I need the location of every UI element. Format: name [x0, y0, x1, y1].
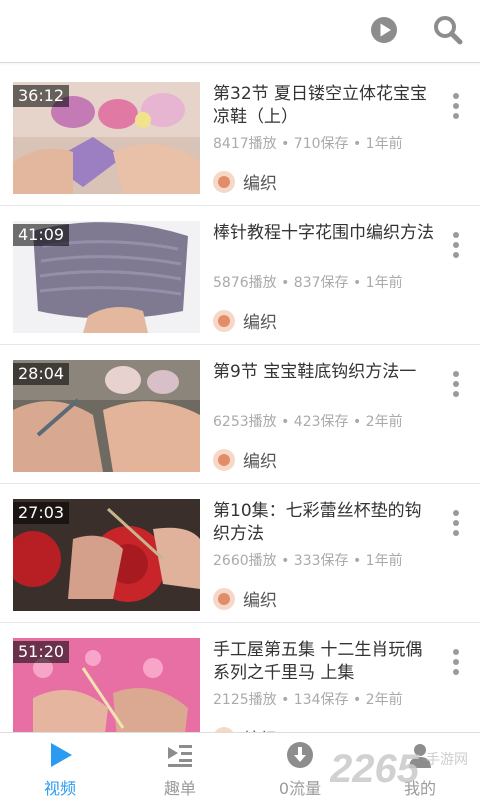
more-options-icon[interactable] [446, 371, 466, 411]
video-list-item[interactable]: 36:12 第32节 夏日镂空立体花宝宝凉鞋（上） 8417播放 • 710保存… [0, 67, 480, 206]
video-play-icon [51, 743, 72, 767]
video-author[interactable]: 编织 [213, 447, 277, 472]
download-icon [287, 742, 313, 768]
video-duration: 27:03 [13, 502, 70, 524]
video-list-item[interactable]: 51:20 手工屋第五集 十二生肖玩偶系列之千里马 上集 2125播放 • 13… [0, 623, 480, 732]
author-name: 编织 [243, 313, 277, 333]
video-title[interactable]: 第10集：七彩蕾丝杯垫的钩织方法 [213, 500, 435, 546]
more-options-icon[interactable] [446, 93, 466, 133]
more-options-icon[interactable] [446, 510, 466, 550]
watermark-logo: 2265 手游网 [330, 747, 468, 791]
tab-label: 趣单 [163, 779, 196, 798]
author-name: 编织 [243, 725, 277, 732]
play-icon[interactable] [366, 12, 402, 48]
svg-text:2265: 2265 [330, 747, 420, 791]
video-duration: 28:04 [13, 363, 70, 385]
video-thumbnail[interactable]: 36:12 [13, 82, 200, 194]
author-avatar [213, 309, 235, 332]
more-options-icon[interactable] [446, 232, 466, 272]
video-thumbnail[interactable]: 27:03 [13, 499, 200, 611]
video-author[interactable]: 编织 [213, 308, 277, 333]
more-options-icon[interactable] [446, 649, 466, 689]
video-list-item[interactable]: 41:09 棒针教程十字花围巾编织方法 5876播放 • 837保存 • 1年前… [0, 206, 480, 345]
video-stats: 8417播放 • 710保存 • 1年前 [213, 136, 403, 152]
video-author[interactable]: 编织 [213, 586, 277, 611]
video-stats: 2125播放 • 134保存 • 2年前 [213, 692, 403, 708]
video-stats: 6253播放 • 423保存 • 2年前 [213, 414, 403, 430]
video-stats: 5876播放 • 837保存 • 1年前 [213, 275, 403, 291]
tab-label: 视频 [43, 779, 76, 798]
video-title[interactable]: 第9节 宝宝鞋底钩织方法一 [213, 361, 435, 384]
tab-videos[interactable]: 视频 [0, 733, 120, 801]
video-author[interactable]: 编织 [213, 725, 277, 732]
video-duration: 41:09 [13, 224, 70, 246]
author-name: 编织 [243, 452, 277, 472]
top-bar [0, 0, 480, 63]
video-duration: 36:12 [13, 85, 70, 107]
video-duration: 51:20 [13, 641, 70, 663]
tab-playlist[interactable]: 趣单 [120, 733, 240, 801]
video-thumbnail[interactable]: 51:20 [13, 638, 200, 732]
video-title[interactable]: 手工屋第五集 十二生肖玩偶系列之千里马 上集 [213, 639, 435, 685]
playlist-icon [168, 745, 192, 767]
author-avatar [213, 448, 235, 471]
video-title[interactable]: 第32节 夏日镂空立体花宝宝凉鞋（上） [213, 83, 435, 129]
video-feed: 36:12 第32节 夏日镂空立体花宝宝凉鞋（上） 8417播放 • 710保存… [0, 67, 480, 732]
author-avatar [213, 170, 235, 193]
video-list-item[interactable]: 28:04 第9节 宝宝鞋底钩织方法一 6253播放 • 423保存 • 2年前… [0, 345, 480, 484]
video-title[interactable]: 棒针教程十字花围巾编织方法 [213, 222, 435, 245]
author-name: 编织 [243, 174, 277, 194]
video-stats: 2660播放 • 333保存 • 1年前 [213, 553, 403, 569]
video-thumbnail[interactable]: 41:09 [13, 221, 200, 333]
author-name: 编织 [243, 591, 277, 611]
author-avatar [213, 587, 235, 610]
svg-text:手游网: 手游网 [426, 752, 468, 768]
search-icon[interactable] [430, 12, 466, 48]
video-thumbnail[interactable]: 28:04 [13, 360, 200, 472]
video-list-item[interactable]: 27:03 第10集：七彩蕾丝杯垫的钩织方法 2660播放 • 333保存 • … [0, 484, 480, 623]
video-author[interactable]: 编织 [213, 169, 277, 194]
